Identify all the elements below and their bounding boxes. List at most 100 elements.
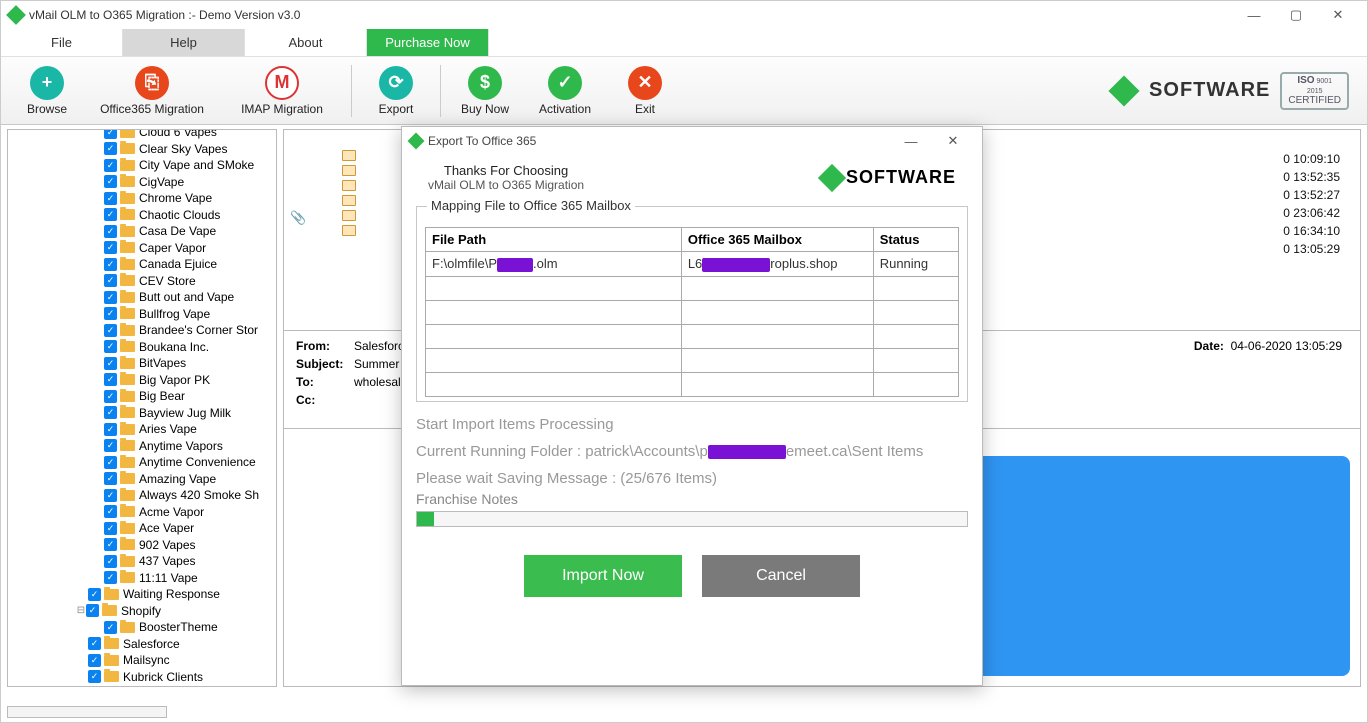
checkbox-icon[interactable]: ✓ [104, 357, 117, 370]
checkbox-icon[interactable]: ✓ [104, 538, 117, 551]
tree-item[interactable]: ✓Bullfrog Vape [12, 306, 272, 323]
checkbox-icon[interactable]: ✓ [104, 489, 117, 502]
checkbox-icon[interactable]: ✓ [104, 324, 117, 337]
tree-item[interactable]: ✓Salesforce [12, 636, 272, 653]
tree-label: Kubrick Clients [123, 670, 203, 684]
checkbox-icon[interactable]: ✓ [88, 637, 101, 650]
tree-item[interactable]: ✓City Vape and SMoke [12, 157, 272, 174]
folder-icon [120, 622, 135, 633]
tree-item[interactable]: ✓ Kubrick Clients [12, 669, 272, 686]
tree-item[interactable]: ✓Waiting Response [12, 586, 272, 603]
tree-item[interactable]: ✓Anytime Convenience [12, 454, 272, 471]
folder-icon [102, 605, 117, 616]
checkbox-icon[interactable]: ✓ [104, 307, 117, 320]
checkbox-icon[interactable]: ✓ [104, 340, 117, 353]
dialog-close-button[interactable]: ✕ [932, 127, 974, 155]
tree-item[interactable]: ✓Clear Sky Vapes [12, 141, 272, 158]
tree-item[interactable]: ✓Brandee's Corner Stor [12, 322, 272, 339]
dialog-minimize-button[interactable]: — [890, 127, 932, 155]
close-button[interactable]: ✕ [1317, 1, 1359, 29]
checkbox-icon[interactable]: ✓ [104, 175, 117, 188]
checkbox-icon[interactable]: ✓ [104, 390, 117, 403]
buy-now-button[interactable]: $ Buy Now [445, 66, 525, 116]
tree-item[interactable]: ✓Mailsync [12, 652, 272, 669]
checkbox-icon[interactable]: ✓ [104, 274, 117, 287]
folder-tree-panel[interactable]: ✓Cloud 6 Vapes✓Clear Sky Vapes✓City Vape… [7, 129, 277, 687]
tree-label: BitVapes [139, 356, 186, 370]
checkbox-icon[interactable]: ✓ [104, 621, 117, 634]
tree-label: Caper Vapor [139, 241, 206, 255]
window-title: vMail OLM to O365 Migration :- Demo Vers… [29, 8, 300, 22]
tree-item[interactable]: ✓Aries Vape [12, 421, 272, 438]
folder-icon [120, 308, 135, 319]
checkbox-icon[interactable]: ✓ [104, 291, 117, 304]
checkbox-icon[interactable]: ✓ [88, 588, 101, 601]
folder-icon [120, 176, 135, 187]
tree-item[interactable]: ✓Boukana Inc. [12, 339, 272, 356]
checkbox-icon[interactable]: ✓ [104, 192, 117, 205]
checkbox-icon[interactable]: ✓ [88, 654, 101, 667]
checkbox-icon[interactable]: ✓ [104, 456, 117, 469]
tree-item[interactable]: ✓437 Vapes [12, 553, 272, 570]
tree-item[interactable]: ✓Big Vapor PK [12, 372, 272, 389]
dollar-icon: $ [468, 66, 502, 100]
checkbox-icon[interactable]: ✓ [104, 258, 117, 271]
menu-file[interactable]: File [1, 29, 123, 56]
tree-item[interactable]: ✓Bayview Jug Milk [12, 405, 272, 422]
checkbox-icon[interactable]: ✓ [104, 241, 117, 254]
tree-item[interactable]: ✓CigVape [12, 174, 272, 191]
checkbox-icon[interactable]: ✓ [104, 555, 117, 568]
tree-item[interactable]: ✓Always 420 Smoke Sh [12, 487, 272, 504]
tree-item[interactable]: ✓ BoosterTheme [12, 619, 272, 636]
activation-button[interactable]: ✓ Activation [525, 66, 605, 116]
checkbox-icon[interactable]: ✓ [104, 129, 117, 139]
checkbox-icon[interactable]: ✓ [104, 423, 117, 436]
tree-item[interactable]: ✓Amazing Vape [12, 471, 272, 488]
mapping-table: File Path Office 365 Mailbox Status F:\o… [425, 227, 959, 397]
tree-item[interactable]: ✓Anytime Vapors [12, 438, 272, 455]
iso-badge: ISO 90012015 CERTIFIED [1280, 72, 1349, 110]
import-now-button[interactable]: Import Now [524, 555, 682, 597]
tree-item[interactable]: ✓Chaotic Clouds [12, 207, 272, 224]
tree-item[interactable]: ✓CEV Store [12, 273, 272, 290]
cancel-button[interactable]: Cancel [702, 555, 860, 597]
export-button[interactable]: ⟳ Export [356, 66, 436, 116]
checkbox-icon[interactable]: ✓ [86, 604, 99, 617]
checkbox-icon[interactable]: ✓ [104, 571, 117, 584]
checkbox-icon[interactable]: ✓ [104, 373, 117, 386]
tree-item[interactable]: ✓Canada Ejuice [12, 256, 272, 273]
tree-item[interactable]: ✓ BitVapes [12, 355, 272, 372]
checkbox-icon[interactable]: ✓ [104, 225, 117, 238]
folder-icon [104, 638, 119, 649]
tree-item[interactable]: ✓Big Bear [12, 388, 272, 405]
minimize-button[interactable]: — [1233, 1, 1275, 29]
tree-item[interactable]: ✓ Caper Vapor [12, 240, 272, 257]
imap-migration-button[interactable]: M IMAP Migration [217, 66, 347, 116]
tree-item[interactable]: ✓Casa De Vape [12, 223, 272, 240]
menu-about[interactable]: About [245, 29, 367, 56]
checkbox-icon[interactable]: ✓ [104, 208, 117, 221]
checkbox-icon[interactable]: ✓ [104, 522, 117, 535]
tree-item[interactable]: ✓Ace Vaper [12, 520, 272, 537]
checkbox-icon[interactable]: ✓ [104, 406, 117, 419]
tree-item[interactable]: ✓Acme Vapor [12, 504, 272, 521]
tree-item[interactable]: ⊟✓Shopify [12, 603, 272, 620]
menu-help[interactable]: Help [123, 29, 245, 56]
tree-item[interactable]: ✓902 Vapes [12, 537, 272, 554]
checkbox-icon[interactable]: ✓ [104, 142, 117, 155]
checkbox-icon[interactable]: ✓ [104, 505, 117, 518]
menu-purchase[interactable]: Purchase Now [367, 29, 489, 56]
maximize-button[interactable]: ▢ [1275, 1, 1317, 29]
tree-item[interactable]: ✓11:11 Vape [12, 570, 272, 587]
tree-label: BoosterTheme [139, 620, 218, 634]
tree-item[interactable]: ✓Cloud 6 Vapes [12, 129, 272, 141]
office365-migration-button[interactable]: ⎘ Office365 Migration [87, 66, 217, 116]
checkbox-icon[interactable]: ✓ [104, 159, 117, 172]
tree-item[interactable]: ✓Butt out and Vape [12, 289, 272, 306]
checkbox-icon[interactable]: ✓ [104, 439, 117, 452]
exit-button[interactable]: ✕ Exit [605, 66, 685, 116]
checkbox-icon[interactable]: ✓ [88, 670, 101, 683]
browse-button[interactable]: + Browse [7, 66, 87, 116]
tree-item[interactable]: ✓Chrome Vape [12, 190, 272, 207]
checkbox-icon[interactable]: ✓ [104, 472, 117, 485]
